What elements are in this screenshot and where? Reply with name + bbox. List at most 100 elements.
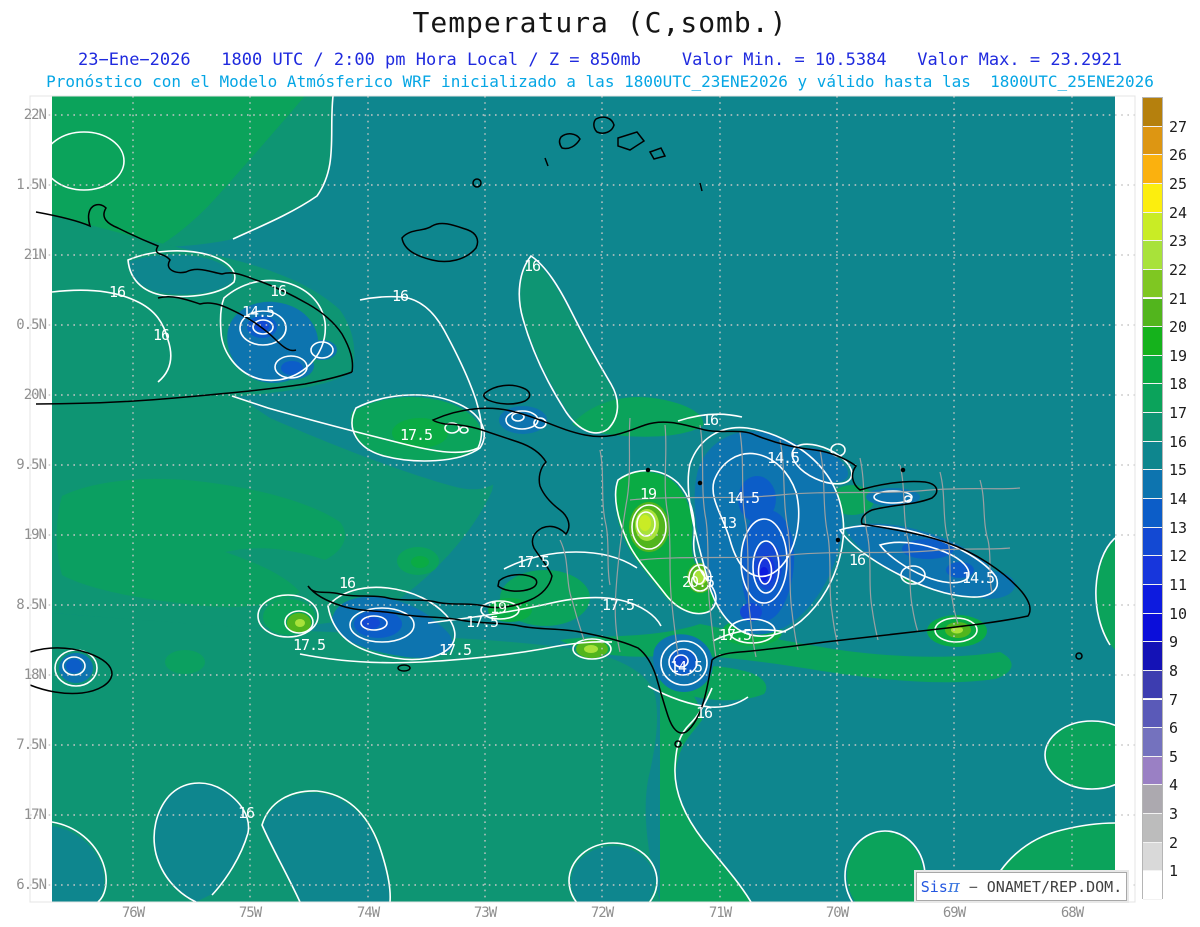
contour-label: 14.5: [726, 489, 760, 507]
y-axis-tick-label: 20N: [23, 387, 47, 403]
colorbar-tick-label: 4: [1169, 776, 1179, 795]
colorbar-tick-label: 23: [1169, 232, 1188, 251]
map-canvas: [29, 95, 1136, 903]
badge-org-name: ONAMET/REP.DOM.: [986, 877, 1123, 896]
onamet-badge: Sis π − ONAMET/REP.DOM.: [916, 872, 1127, 901]
contour-label: 14.5: [961, 569, 995, 587]
x-axis-tick-label: 73W: [473, 905, 497, 921]
x-axis-tick-label: 68W: [1060, 905, 1084, 921]
badge-separator: −: [959, 877, 987, 896]
colorbar-cell: [1143, 384, 1162, 414]
colorbar-tick-label: 10: [1169, 604, 1188, 623]
colorbar-tick-label: 18: [1169, 375, 1188, 394]
badge-pi-logo: π: [947, 876, 960, 897]
colorbar-tick-label: 11: [1169, 575, 1188, 594]
y-axis-tick-label: 21N: [23, 247, 47, 263]
colorbar-cell: [1143, 355, 1162, 385]
y-axis-tick-label: 22N: [23, 107, 47, 123]
contour-label: 14.5: [241, 303, 275, 321]
colorbar-tick-label: 19: [1169, 346, 1188, 365]
colorbar-cell: [1143, 814, 1162, 843]
colorbar-cell: [1143, 470, 1162, 499]
colorbar-tick-label: 26: [1169, 146, 1188, 165]
colorbar-cell: [1143, 413, 1162, 442]
contour-label: 14.5: [669, 658, 703, 676]
y-axis-tick-label: 6.5N: [16, 877, 47, 893]
colorbar-tick-label: 24: [1169, 203, 1188, 222]
colorbar-cell: [1143, 269, 1162, 299]
colorbar-cell: [1143, 556, 1162, 585]
contour-label: 17.5: [292, 636, 326, 654]
colorbar-tick-label: 5: [1169, 747, 1179, 766]
contour-label: 17.5: [516, 553, 550, 571]
contour-label: 14.5: [766, 449, 800, 467]
colorbar-tick-label: 21: [1169, 289, 1188, 308]
weather-map-page: Temperatura (C,somb.) 23−Ene−2026 1800 U…: [0, 0, 1200, 927]
colorbar-cell: [1143, 670, 1162, 700]
contour-label: 19: [489, 599, 507, 617]
y-axis-tick-label: 0.5N: [16, 317, 47, 333]
colorbar-cell: [1143, 441, 1162, 471]
colorbar-tick-label: 20: [1169, 318, 1188, 337]
colorbar-cell: [1143, 183, 1162, 213]
colorbar-cell: [1143, 584, 1162, 614]
colorbar-tick-label: 22: [1169, 260, 1188, 279]
colorbar-tick-label: 6: [1169, 719, 1179, 738]
y-axis-tick-label: 9.5N: [16, 457, 47, 473]
colorbar-cell: [1143, 212, 1162, 242]
colorbar-cell: [1143, 327, 1162, 356]
contour-label: 16: [108, 283, 126, 301]
contour-label: 17.5: [718, 626, 752, 644]
temperature-shading: [52, 96, 1115, 902]
x-axis-tick-label: 69W: [942, 905, 966, 921]
colorbar-tick-label: 1: [1169, 862, 1179, 881]
y-axis-tick-label: 19N: [23, 527, 47, 543]
colorbar-tick-label: 3: [1169, 805, 1179, 824]
colorbar-tick-label: 2: [1169, 833, 1179, 852]
colorbar-tick-label: 9: [1169, 633, 1179, 652]
colorbar-cell: [1143, 298, 1162, 328]
colorbar-cell: [1143, 241, 1162, 270]
y-axis-tick-label: 18N: [23, 667, 47, 683]
y-axis-tick-label: 7.5N: [16, 737, 47, 753]
colorbar-cell: [1143, 126, 1162, 156]
colorbar-tick-label: 12: [1169, 547, 1188, 566]
colorbar-cell: [1143, 98, 1162, 127]
colorbar-tick-label: 16: [1169, 432, 1188, 451]
colorbar-cell: [1143, 155, 1162, 184]
x-axis-tick-label: 70W: [825, 905, 849, 921]
colorbar-tick-label: 8: [1169, 661, 1179, 680]
contour-label: 20.5: [681, 573, 715, 591]
x-axis-tick-label: 74W: [356, 905, 380, 921]
colorbar-cell: [1143, 728, 1162, 757]
colorbar-tick-label: 14: [1169, 490, 1188, 508]
contour-label: 16: [848, 551, 866, 569]
colorbar-cell: [1143, 756, 1162, 786]
badge-app-name: Sis: [920, 877, 948, 896]
colorbar-tick-label: 17: [1169, 404, 1188, 423]
contour-label: 16: [523, 257, 541, 275]
contour-label: 16: [237, 804, 255, 822]
colorbar-cell: [1143, 842, 1162, 872]
contour-label: 16: [391, 287, 409, 305]
contour-label: 16: [695, 704, 713, 722]
contour-label: 13: [719, 514, 737, 532]
y-axis-tick-label: 8.5N: [16, 597, 47, 613]
colorbar-tick-label: 27: [1169, 117, 1188, 136]
y-axis-tick-label: 1.5N: [16, 177, 47, 193]
colorbar-cell: [1143, 699, 1162, 729]
contour-label: 17.5: [399, 426, 433, 444]
contour-label: 16: [701, 411, 719, 429]
colorbar-cell: [1143, 642, 1162, 671]
contour-label: 16: [152, 326, 170, 344]
colorbar-cell: [1143, 613, 1162, 643]
contour-label: 16: [269, 282, 287, 300]
contour-label: 17.5: [601, 596, 635, 614]
colorbar-cell: [1143, 871, 1162, 900]
x-axis-tick-label: 71W: [708, 905, 732, 921]
colorbar-tick-label: 13: [1169, 518, 1188, 537]
x-axis-tick-label: 72W: [590, 905, 614, 921]
colorbar-cell: [1143, 527, 1162, 557]
colorbar-cell: [1143, 499, 1162, 528]
contour-label: 16: [338, 574, 356, 592]
